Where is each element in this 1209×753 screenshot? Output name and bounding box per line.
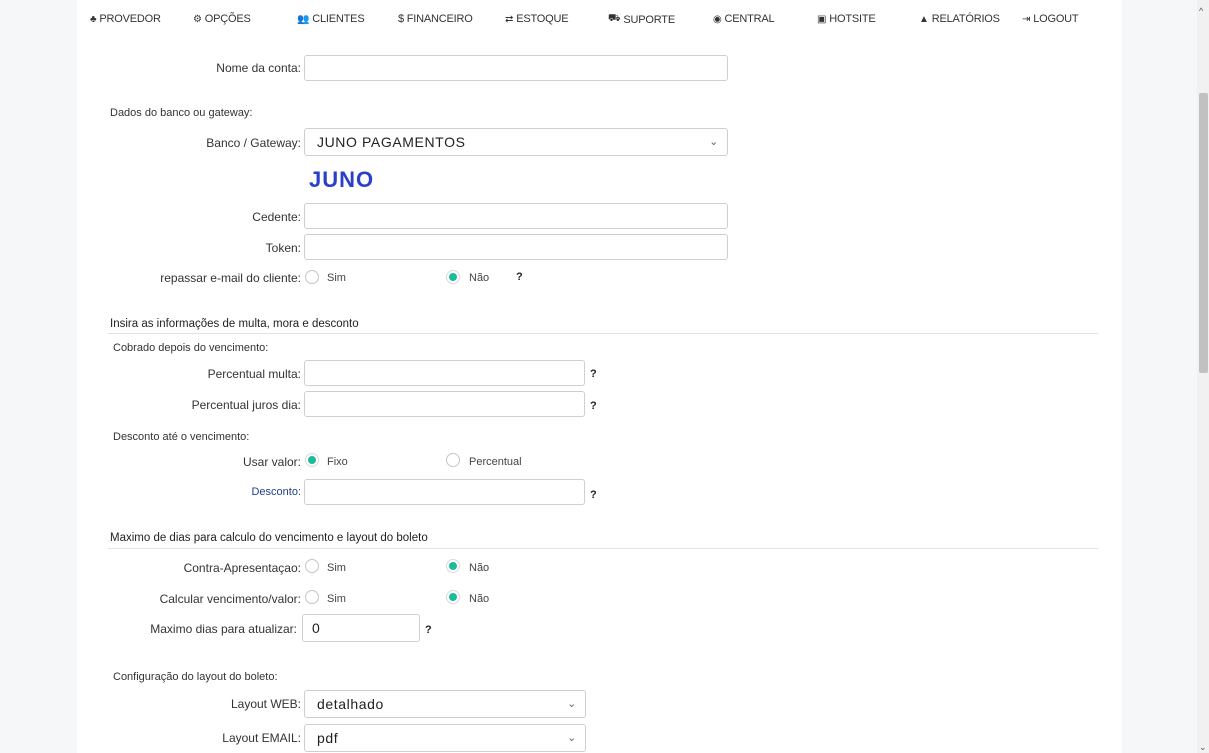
- cobrado-title: Cobrado depois do vencimento:: [113, 342, 269, 354]
- nav-clientes[interactable]: 👥 CLIENTES: [297, 13, 365, 25]
- contra-sim-label: Sim: [327, 562, 346, 574]
- multa-section-title: Insira as informações de multa, mora e d…: [110, 318, 359, 330]
- percentual-juros-input[interactable]: [304, 391, 585, 417]
- repassar-nao-radio[interactable]: [446, 270, 460, 284]
- nav-label: PROVEDOR: [99, 13, 161, 25]
- contra-nao-label: Não: [469, 562, 490, 574]
- cedente-label: Cedente:: [252, 210, 301, 224]
- layout-web-select[interactable]: detalhado ⌄: [304, 690, 586, 718]
- desconto-help-icon[interactable]: ?: [590, 489, 597, 501]
- max-dias-help-icon[interactable]: ?: [425, 624, 432, 636]
- nav-label: CENTRAL: [724, 13, 775, 25]
- repassar-help-icon[interactable]: ?: [516, 271, 523, 283]
- repassar-email-label: repassar e-mail do cliente:: [160, 271, 301, 285]
- nome-conta-input[interactable]: [304, 55, 728, 81]
- left-gutter: [0, 0, 77, 753]
- nav-label: CLIENTES: [312, 13, 365, 25]
- layout-web-select-value: detalhado: [317, 696, 384, 712]
- contra-sim-radio[interactable]: [305, 559, 319, 573]
- nav-label: HOTSITE: [829, 13, 876, 25]
- sign-out-icon: ⇥: [1022, 13, 1031, 25]
- repassar-nao-label: Não: [469, 272, 490, 284]
- section-divider: [108, 333, 1098, 334]
- nav-opcoes[interactable]: ⚙ OPÇÕES: [193, 13, 251, 25]
- calcular-nao-radio[interactable]: [446, 590, 460, 604]
- scroll-up-arrow-icon[interactable]: ^: [1199, 6, 1203, 16]
- calcular-vencimento-label: Calcular vencimento/valor:: [159, 592, 301, 606]
- section-divider: [108, 548, 1098, 549]
- nav-provedor[interactable]: ♣ PROVEDOR: [90, 13, 161, 25]
- contra-apresentacao-label: Contra-Apresentaçao:: [183, 561, 301, 575]
- repassar-sim-label: Sim: [327, 272, 346, 284]
- right-gutter: [1122, 0, 1197, 753]
- top-navbar: ♣ PROVEDOR ⚙ OPÇÕES 👥 CLIENTES $ FINANCE…: [90, 13, 1120, 29]
- repassar-sim-radio[interactable]: [305, 270, 319, 284]
- scroll-down-arrow-icon[interactable]: ⌄: [1199, 742, 1207, 753]
- exchange-icon: ⇄: [505, 13, 514, 25]
- percentual-juros-label: Percentual juros dia:: [191, 398, 301, 412]
- truck-icon: ⛟: [608, 13, 621, 24]
- usar-valor-percentual-radio[interactable]: [446, 453, 460, 467]
- nav-label: RELATÓRIOS: [931, 13, 1000, 25]
- cogs-icon: ⚙: [193, 13, 202, 25]
- banco-label: Banco / Gateway:: [206, 136, 301, 150]
- globe-icon: ◉: [713, 13, 722, 25]
- layout-web-label: Layout WEB:: [230, 697, 301, 711]
- nav-label: LOGOUT: [1033, 13, 1079, 25]
- cedente-input[interactable]: [304, 203, 728, 229]
- percentual-multa-help-icon[interactable]: ?: [590, 368, 597, 380]
- chevron-down-icon: ⌄: [709, 136, 719, 148]
- calcular-sim-label: Sim: [327, 593, 346, 605]
- calcular-sim-radio[interactable]: [305, 590, 319, 604]
- usar-valor-fixo-radio[interactable]: [305, 453, 319, 467]
- percentual-juros-help-icon[interactable]: ?: [590, 400, 597, 412]
- chevron-down-icon: ⌄: [567, 698, 577, 710]
- token-label: Token:: [265, 241, 301, 255]
- percentual-multa-label: Percentual multa:: [207, 367, 301, 381]
- nav-financeiro[interactable]: $ FINANCEIRO: [398, 13, 473, 25]
- area-chart-icon: ▲: [919, 13, 929, 25]
- usar-valor-fixo-label: Fixo: [327, 456, 348, 468]
- desconto-label: Desconto:: [251, 486, 301, 498]
- nav-label: ESTOQUE: [516, 13, 569, 25]
- token-input[interactable]: [304, 234, 728, 260]
- nav-estoque[interactable]: ⇄ ESTOQUE: [505, 13, 569, 25]
- nav-hotsite[interactable]: ▣ HOTSITE: [817, 13, 876, 25]
- max-dias-input[interactable]: [302, 614, 420, 642]
- usar-valor-label: Usar valor:: [242, 455, 301, 469]
- nome-conta-label: Nome da conta:: [216, 61, 301, 75]
- html5-icon: ▣: [817, 13, 827, 25]
- sitemap-icon: ♣: [90, 13, 97, 25]
- nav-label: $ FINANCEIRO: [398, 13, 473, 25]
- chevron-down-icon: ⌄: [567, 732, 577, 744]
- desconto-title: Desconto até o vencimento:: [113, 431, 250, 443]
- banco-select[interactable]: JUNO PAGAMENTOS ⌄: [304, 128, 728, 156]
- percentual-multa-input[interactable]: [304, 360, 585, 386]
- maximo-section-title: Maximo de dias para calculo do venciment…: [110, 532, 428, 544]
- max-dias-label: Maximo dias para atualizar:: [150, 622, 297, 636]
- layout-email-label: Layout EMAIL:: [222, 731, 301, 745]
- layout-email-select[interactable]: pdf ⌄: [304, 724, 586, 752]
- desconto-input[interactable]: [304, 479, 585, 505]
- calcular-nao-label: Não: [469, 593, 490, 605]
- nav-relatorios[interactable]: ▲ RELATÓRIOS: [919, 13, 1000, 25]
- nav-suporte[interactable]: ⛟ SUPORTE: [608, 13, 675, 26]
- users-icon: 👥: [297, 13, 310, 25]
- contra-nao-radio[interactable]: [446, 559, 460, 573]
- banco-select-value: JUNO PAGAMENTOS: [317, 134, 466, 150]
- dados-banco-title: Dados do banco ou gateway:: [110, 107, 253, 119]
- juno-logo: JUNO: [309, 168, 374, 190]
- nav-label: OPÇÕES: [204, 13, 251, 25]
- layout-email-select-value: pdf: [317, 730, 339, 746]
- juno-logo-text: JUNO: [309, 168, 374, 190]
- scrollbar-thumb[interactable]: [1199, 93, 1208, 373]
- layout-boleto-title: Configuração do layout do boleto:: [113, 671, 278, 683]
- nav-central[interactable]: ◉ CENTRAL: [713, 13, 775, 25]
- nav-logout[interactable]: ⇥ LOGOUT: [1022, 13, 1079, 25]
- nav-label: SUPORTE: [623, 13, 675, 26]
- usar-valor-percentual-label: Percentual: [469, 456, 522, 468]
